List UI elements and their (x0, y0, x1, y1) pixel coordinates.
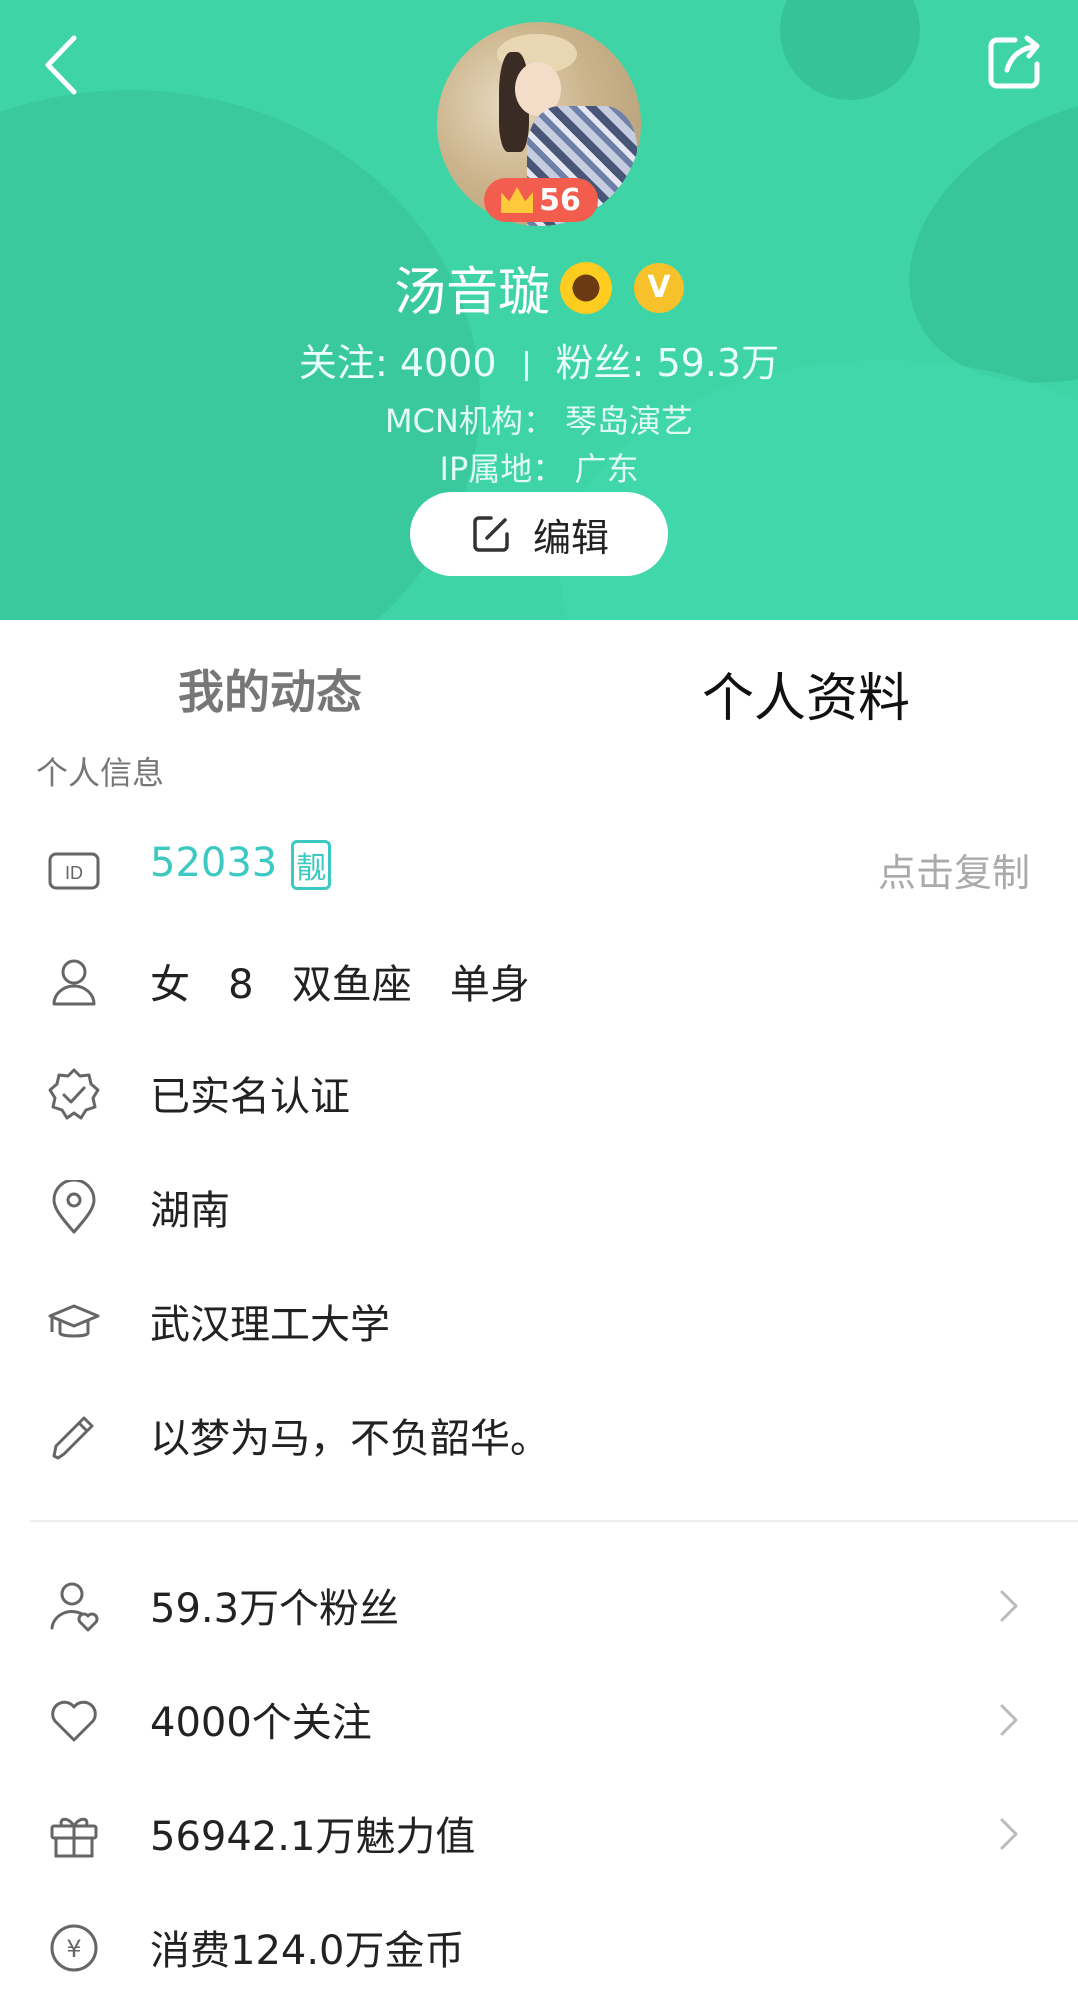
profile-tabs: 我的动态 个人资料 (0, 620, 1078, 744)
fans-label: 粉丝 (555, 341, 632, 385)
id-field: 52033 靓 (150, 840, 332, 890)
verify-row: 已实名认证 (0, 1038, 1078, 1148)
graduation-cap-icon (48, 1304, 100, 1338)
vip-mark: V (647, 270, 671, 305)
crown-icon (501, 187, 534, 213)
location-pin-icon (52, 1180, 96, 1234)
name-row: 汤音璇 V (0, 250, 1078, 325)
svg-text:ID: ID (65, 863, 83, 883)
coin-icon: ¥ (50, 1924, 98, 1972)
tab-my-posts[interactable]: 我的动态 (178, 656, 362, 722)
id-row: ID 52033 靓 点击复制 (0, 814, 1078, 924)
verify-text: 已实名认证 (150, 1074, 350, 1120)
relationship-status: 单身 (449, 962, 530, 1008)
follow-label: 关注 (298, 341, 375, 385)
ip-value: 广东 (574, 450, 639, 488)
copy-id-button[interactable]: 点击复制 (878, 842, 1030, 897)
user-icon (52, 959, 96, 1006)
mcn-value: 琴岛演艺 (565, 402, 694, 440)
verified-badge-icon (48, 1068, 100, 1120)
following-row[interactable]: 4000个关注 (0, 1664, 1078, 1774)
level-badge: 56 (484, 178, 598, 222)
following-stat: 4000个关注 (150, 1700, 372, 1746)
separator (524, 350, 528, 381)
user-name: 汤音璇 (393, 263, 550, 323)
section-title: 个人信息 (36, 754, 165, 792)
edit-label: 编辑 (532, 515, 609, 560)
signature-text: 以梦为马，不负韶华。 (150, 1416, 550, 1462)
id-icon: ID (48, 852, 100, 890)
signature-row: 以梦为马，不负韶华。 (0, 1380, 1078, 1490)
school-text: 武汉理工大学 (150, 1302, 390, 1348)
svg-text:¥: ¥ (66, 1935, 81, 1963)
chevron-left-icon (45, 35, 77, 95)
ip-label: IP属地 (439, 450, 533, 488)
location-text: 湖南 (150, 1188, 230, 1234)
level-value: 56 (539, 182, 581, 218)
mcn-row: MCN机构： 琴岛演艺 (384, 402, 694, 440)
spending-stat: 消费124.0万金币 (150, 1928, 465, 1974)
age: 8 (228, 962, 254, 1008)
back-button[interactable] (34, 30, 94, 100)
profile-header: 56 汤音璇 V 关注: 4000 粉丝: 59.3万 MCN机构： 琴岛演艺 I… (0, 0, 1078, 620)
fans-row[interactable]: 59.3万个粉丝 (0, 1550, 1078, 1660)
fans-stat: 59.3万个粉丝 (150, 1586, 400, 1632)
mcn-label: MCN机构 (384, 402, 523, 440)
basic-info-row: 女 8 双鱼座 单身 (0, 926, 1078, 1036)
fans-count[interactable]: 59.3万 (656, 341, 779, 385)
school-row: 武汉理工大学 (0, 1266, 1078, 1376)
zodiac: 双鱼座 (291, 962, 412, 1008)
gift-icon (50, 1817, 98, 1858)
id-value: 52033 (150, 840, 278, 886)
charm-row[interactable]: 56942.1万魅力值 (0, 1778, 1078, 1888)
bg-shape (780, 0, 920, 100)
chevron-right-icon (1000, 1590, 1018, 1622)
share-icon (988, 35, 1040, 89)
follow-count[interactable]: 4000 (400, 341, 497, 385)
basic-info: 女 8 双鱼座 单身 (150, 952, 530, 1010)
chevron-right-icon (1000, 1818, 1018, 1850)
follow-stats: 关注: 4000 粉丝: 59.3万 (298, 341, 780, 385)
spending-row: ¥ 消费124.0万金币 (0, 1892, 1078, 2002)
fans-icon (50, 1582, 99, 1632)
tab-profile-info[interactable]: 个人资料 (702, 656, 910, 731)
pencil-icon (52, 1416, 94, 1460)
location-row: 湖南 (0, 1152, 1078, 1262)
edit-icon (473, 516, 509, 552)
chevron-right-icon (1000, 1704, 1018, 1736)
sunflower-icon (560, 261, 612, 314)
heart-icon (51, 1700, 97, 1742)
ip-row: IP属地： 广东 (439, 450, 639, 488)
divider (30, 1520, 1078, 1522)
vip-badge: V (634, 262, 684, 313)
gender: 女 (150, 962, 190, 1008)
edit-button[interactable]: 编辑 (410, 492, 668, 576)
charm-stat: 56942.1万魅力值 (150, 1814, 476, 1860)
share-button[interactable] (985, 32, 1045, 92)
liang-badge: 靓 (291, 840, 332, 890)
